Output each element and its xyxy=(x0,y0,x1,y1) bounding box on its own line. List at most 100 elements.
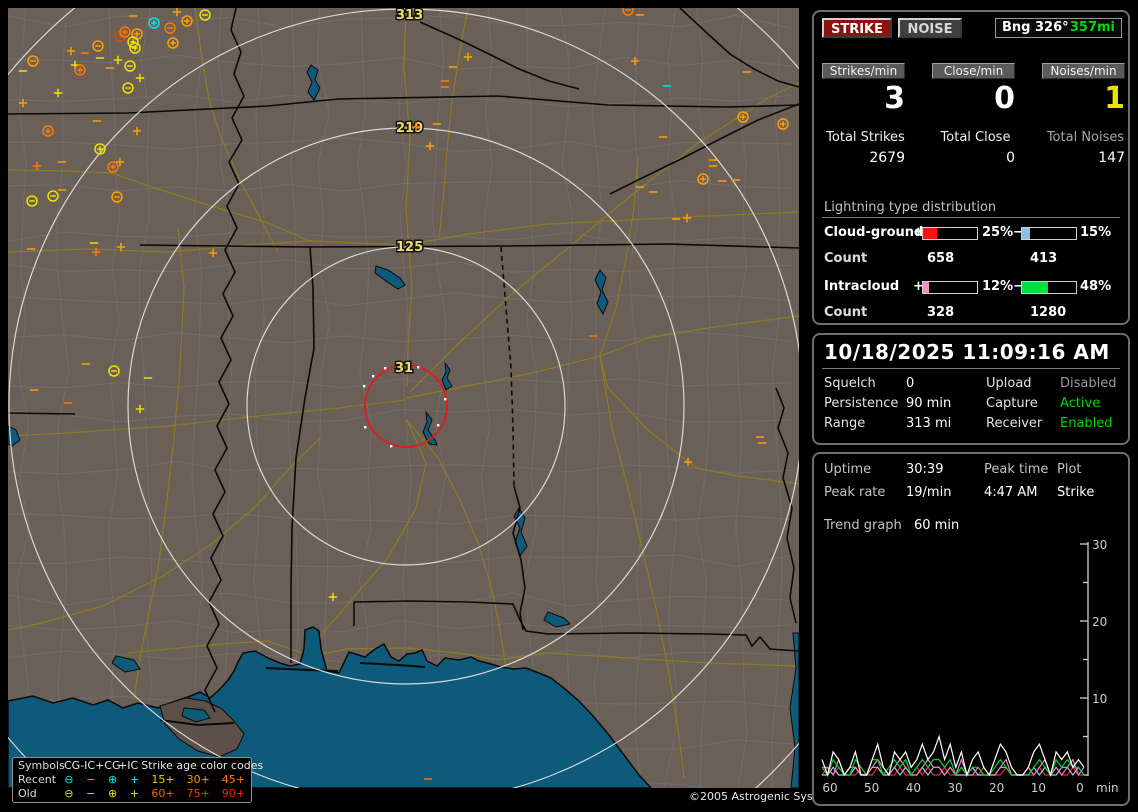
map-legend: Symbols -CG -IC +CG +IC Strike age color code… xyxy=(12,757,263,803)
legend-col--IC: -IC xyxy=(80,759,96,772)
age-code: 30+ xyxy=(186,773,210,786)
legend-symbol: − xyxy=(86,773,96,786)
status-value-range: 313 mi xyxy=(906,416,952,431)
info-cell-1-3: Strike xyxy=(1057,485,1095,500)
rate-value-0: 3 xyxy=(884,81,905,116)
dist-minus-pct-1: 48% xyxy=(1080,279,1112,294)
total-value-0: 2679 xyxy=(869,150,905,166)
svg-text:20: 20 xyxy=(989,781,1004,795)
status-label-capture: Capture xyxy=(986,396,1038,411)
info-cell-0-0: Uptime xyxy=(824,462,872,477)
dist-bar-plus-1 xyxy=(922,281,978,294)
svg-text:10: 10 xyxy=(1031,781,1046,795)
legend-row-recent: Recent ⊖ − ⊕ +15+ 30+ 45+ xyxy=(18,773,251,787)
legend-symbol: ⊖ xyxy=(64,787,74,800)
legend-symbol: + xyxy=(129,773,140,786)
age-code: 45+ xyxy=(221,773,246,786)
trend-panel: Uptime 30:39 Peak time Plot Peak rate 19/min 4… xyxy=(812,452,1130,806)
rate-button-2[interactable]: Noises/min xyxy=(1042,63,1125,79)
trend-graph-label: Trend graph xyxy=(824,518,902,533)
legend-col-+IC: +IC xyxy=(118,759,139,772)
total-label-1: Total Close xyxy=(940,130,1011,145)
legend-symbol: − xyxy=(86,787,96,800)
distribution-title: Lightning type distribution xyxy=(824,200,997,215)
legend-age-header: Strike age color codes xyxy=(141,759,264,772)
dist-label-1: Intracloud xyxy=(824,279,900,294)
divider xyxy=(822,368,1120,369)
info-cell-0-3: Plot xyxy=(1057,462,1082,477)
legend-row-label: Old xyxy=(18,787,37,800)
date-time: 10/18/2025 11:09:16 AM xyxy=(824,340,1110,364)
info-cell-0-2: Peak time xyxy=(984,462,1049,477)
svg-text:30: 30 xyxy=(1092,538,1107,552)
strike-mode-button[interactable]: STRIKE xyxy=(822,18,892,38)
svg-text:10: 10 xyxy=(1092,692,1107,706)
status-value-persistence: 90 min xyxy=(906,396,952,411)
legend-header: Symbols -CG -IC +CG +IC Strike age color code… xyxy=(18,759,263,773)
total-value-1: 0 xyxy=(1006,150,1015,166)
info-cell-1-1: 19/min xyxy=(906,485,952,500)
divider xyxy=(822,217,1120,218)
rate-value-2: 1 xyxy=(1104,81,1125,116)
bearing-label: Bng 326° xyxy=(1002,20,1069,35)
status-label-range: Range xyxy=(824,416,866,431)
dist-minus-pct-0: 15% xyxy=(1080,225,1112,240)
trend-graph-window: 60 min xyxy=(914,518,960,533)
ring-label-31: 31 xyxy=(395,361,413,376)
trend-series-ic-minus xyxy=(821,758,1085,777)
noise-mode-button[interactable]: NOISE xyxy=(898,18,962,38)
rate-button-0[interactable]: Strikes/min xyxy=(822,63,905,79)
status-label-receiver: Receiver xyxy=(986,416,1043,431)
status-label-upload: Upload xyxy=(986,376,1032,391)
dist-label-0: Cloud-ground xyxy=(824,225,924,240)
legend-symbol: + xyxy=(129,787,140,800)
map-canvas: 31 125 219 313 xyxy=(8,8,799,788)
map-display: 31 125 219 313 xyxy=(8,8,799,788)
total-label-0: Total Strikes xyxy=(826,130,905,145)
status-value-upload: Disabled xyxy=(1060,376,1117,391)
legend-col--CG: -CG xyxy=(60,759,81,772)
info-cell-1-2: 4:47 AM xyxy=(984,485,1038,500)
minus-count-1: 1280 xyxy=(1030,305,1067,320)
svg-text:min: min xyxy=(1096,781,1119,795)
nexstorm-window: 31 125 219 313 Symbols -CG -IC +CG +IC Strike ag… xyxy=(0,0,1138,812)
total-label-2: Total Noises xyxy=(1046,130,1125,145)
legend-row-old: Old ⊖ − ⊕ +60+ 75+ 90+ xyxy=(18,787,251,801)
dist-bar-minus-1 xyxy=(1021,281,1077,294)
svg-text:40: 40 xyxy=(906,781,921,795)
legend-symbol: ⊕ xyxy=(108,773,118,786)
dist-plus-pct-0: 25% xyxy=(982,225,1014,240)
legend-symbols-header: Symbols xyxy=(18,759,65,772)
dist-plus-pct-1: 12% xyxy=(982,279,1014,294)
svg-text:60: 60 xyxy=(822,781,837,795)
svg-text:30: 30 xyxy=(947,781,962,795)
plus-count-1: 328 xyxy=(927,305,955,320)
info-cell-0-1: 30:39 xyxy=(906,462,944,477)
rate-button-1[interactable]: Close/min xyxy=(932,63,1015,79)
ring-label-219: 219 xyxy=(396,121,423,136)
legend-symbol: ⊖ xyxy=(64,773,74,786)
info-cell-1-0: Peak rate xyxy=(824,485,886,500)
legend-col-+CG: +CG xyxy=(95,759,121,772)
trend-series-total-strikes xyxy=(821,734,1085,778)
age-code: 90+ xyxy=(221,787,246,800)
status-label-persistence: Persistence xyxy=(824,396,899,411)
status-value-squelch: 0 xyxy=(906,376,915,391)
svg-text:0: 0 xyxy=(1076,781,1084,795)
dist-bar-minus-0 xyxy=(1021,227,1077,240)
legend-symbol: ⊕ xyxy=(108,787,118,800)
age-code: 60+ xyxy=(151,787,175,800)
svg-text:20: 20 xyxy=(1092,615,1107,629)
counters-panel: STRIKE NOISE Bng 326° 357mi Strikes/min 3… xyxy=(812,10,1130,325)
trend-graph: 30 20 10 60 50 40 30 20 10 0 min xyxy=(821,538,1119,795)
minus-count-0: 413 xyxy=(1030,251,1058,266)
svg-text:50: 50 xyxy=(864,781,879,795)
status-value-capture: Active xyxy=(1060,396,1101,411)
total-value-2: 147 xyxy=(1098,150,1125,166)
age-code: 15+ xyxy=(151,773,175,786)
status-label-squelch: Squelch xyxy=(824,376,876,391)
status-value-receiver: Enabled xyxy=(1060,416,1113,431)
dist-bar-plus-0 xyxy=(922,227,978,240)
status-panel: 10/18/2025 11:09:16 AM Squelch 0 Upload Dis… xyxy=(812,333,1130,445)
count-label-0: Count xyxy=(824,251,868,266)
